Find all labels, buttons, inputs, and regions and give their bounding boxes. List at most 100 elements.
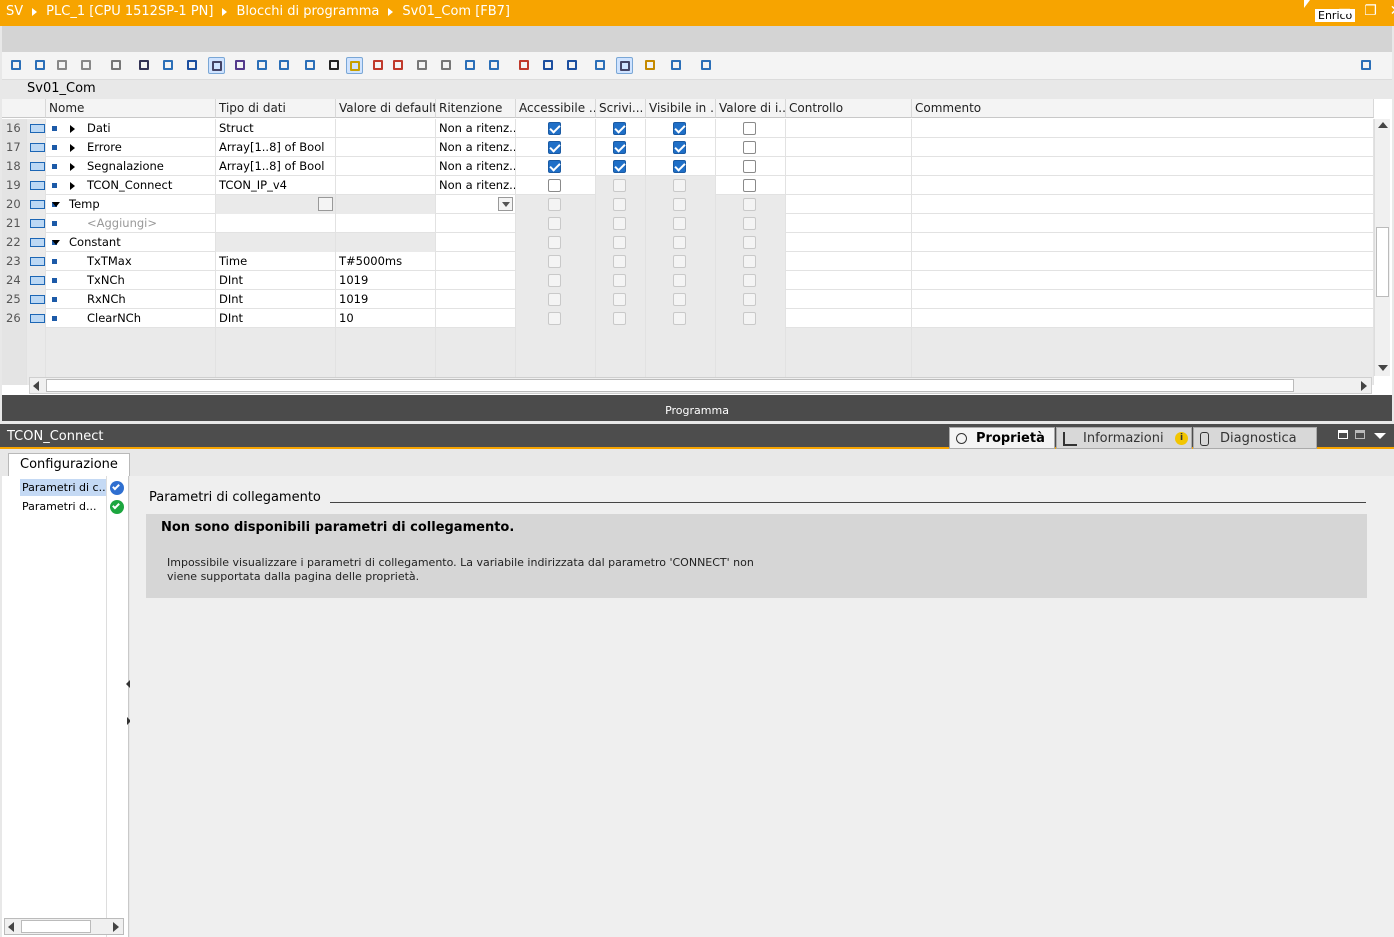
cell-col-2[interactable]: Struct [216, 119, 336, 138]
cell-col-4[interactable] [436, 252, 516, 271]
nav-horizontal-scrollbar[interactable] [4, 918, 124, 935]
cell-col-2[interactable] [216, 214, 336, 233]
cell-col-3[interactable] [336, 176, 436, 195]
cell-col-10[interactable] [912, 328, 1374, 347]
breadcrumb-project[interactable]: SV [6, 4, 23, 19]
cell-col-1[interactable]: Temp [46, 195, 216, 214]
cell-col-10[interactable] [912, 195, 1374, 214]
cell-col-9[interactable] [786, 290, 912, 309]
toolbar-button-6[interactable] [136, 57, 153, 74]
toolbar-button-16[interactable] [370, 57, 387, 74]
checkbox[interactable] [673, 293, 686, 306]
cell-col-5[interactable] [516, 328, 596, 347]
toolbar-button-15[interactable] [346, 57, 363, 74]
cell-col-9[interactable] [786, 328, 912, 347]
cell-col-6[interactable] [596, 328, 646, 347]
cell-col-9[interactable] [786, 252, 912, 271]
cell-col-9[interactable] [786, 347, 912, 366]
checkbox[interactable] [548, 160, 561, 173]
cell-col-2[interactable] [216, 347, 336, 366]
expand-arrow-icon[interactable] [70, 163, 75, 171]
cell-col-10[interactable] [912, 176, 1374, 195]
toolbar-button-29[interactable] [698, 57, 715, 74]
program-splitter[interactable]: Programma [2, 395, 1392, 421]
close-icon[interactable]: ✕ [1390, 3, 1394, 19]
cell-col-3[interactable] [336, 157, 436, 176]
toolbar-button-10[interactable] [232, 57, 249, 74]
toolbar-button-1[interactable] [8, 57, 25, 74]
checkbox[interactable] [613, 141, 626, 154]
checkbox[interactable] [613, 293, 626, 306]
toolbar-button-9[interactable] [208, 57, 225, 74]
toolbar-button-22[interactable] [516, 57, 533, 74]
cell-col-10[interactable] [912, 347, 1374, 366]
cell-col-1[interactable] [46, 328, 216, 347]
checkbox[interactable] [673, 141, 686, 154]
cell-col-1[interactable] [46, 347, 216, 366]
cell-col-4[interactable] [436, 271, 516, 290]
cell-col-3[interactable] [336, 119, 436, 138]
maximize-icon[interactable]: ❐ [1364, 3, 1377, 19]
cell-col-7[interactable] [646, 347, 716, 366]
column-header-2[interactable]: Tipo di dati [216, 99, 336, 118]
cell-col-2[interactable]: DInt [216, 309, 336, 328]
checkbox[interactable] [613, 179, 626, 192]
checkbox[interactable] [743, 122, 756, 135]
cell-col-4[interactable] [436, 290, 516, 309]
cell-col-9[interactable] [786, 271, 912, 290]
toolbar-button-27[interactable] [642, 57, 659, 74]
checkbox[interactable] [673, 236, 686, 249]
checkbox[interactable] [673, 274, 686, 287]
checkbox[interactable] [673, 198, 686, 211]
toolbar-button-26[interactable] [616, 57, 633, 74]
expand-arrow-icon[interactable] [70, 125, 75, 133]
cell-col-4[interactable]: Non a ritenz... [436, 138, 516, 157]
checkbox[interactable] [673, 160, 686, 173]
breadcrumb-block[interactable]: Sv01_Com [FB7] [402, 4, 510, 19]
horizontal-scrollbar[interactable] [29, 377, 1372, 394]
cell-col-1[interactable]: TxNCh [46, 271, 216, 290]
table-row[interactable] [2, 328, 1374, 347]
checkbox[interactable] [613, 274, 626, 287]
checkbox[interactable] [743, 255, 756, 268]
table-row[interactable]: 23 TxTMax Time T#5000ms [2, 252, 1374, 271]
expand-arrow-icon[interactable] [70, 182, 75, 190]
cell-col-10[interactable] [912, 214, 1374, 233]
horizontal-scroll-thumb[interactable] [46, 379, 1294, 392]
cell-col-9[interactable] [786, 214, 912, 233]
checkbox[interactable] [743, 274, 756, 287]
checkbox[interactable] [613, 312, 626, 325]
cell-col-4[interactable] [436, 195, 516, 214]
toolbar-button-18[interactable] [414, 57, 431, 74]
cell-col-4[interactable] [436, 233, 516, 252]
cell-col-10[interactable] [912, 233, 1374, 252]
checkbox[interactable] [548, 293, 561, 306]
toolbar-button-25[interactable] [592, 57, 609, 74]
column-header-3[interactable]: Valore di default [336, 99, 436, 118]
toolbar-button-2[interactable] [32, 57, 49, 74]
cell-col-8[interactable] [716, 328, 786, 347]
cell-col-1[interactable]: ClearNCh [46, 309, 216, 328]
toolbar-button-4[interactable] [78, 57, 95, 74]
checkbox[interactable] [548, 312, 561, 325]
column-header-6[interactable]: Scrivi... [596, 99, 646, 118]
cell-col-9[interactable] [786, 309, 912, 328]
toolbar-button-24[interactable] [564, 57, 581, 74]
checkbox[interactable] [548, 122, 561, 135]
scroll-down-icon[interactable] [1378, 365, 1388, 371]
toolbar-button-7[interactable] [160, 57, 177, 74]
scroll-up-icon[interactable] [1378, 122, 1388, 128]
column-header-5[interactable]: Accessibile ... [516, 99, 596, 118]
cell-col-2[interactable] [216, 233, 336, 252]
checkbox[interactable] [613, 236, 626, 249]
table-row[interactable] [2, 347, 1374, 366]
cell-col-4[interactable]: Non a ritenz... [436, 176, 516, 195]
nav-item-connection-params[interactable]: Parametri di c... [20, 479, 106, 496]
toolbar-button-13[interactable] [302, 57, 319, 74]
checkbox[interactable] [743, 217, 756, 230]
cell-col-9[interactable] [786, 138, 912, 157]
minimize-icon[interactable]: ▬ [1338, 3, 1351, 19]
table-row[interactable]: 21 <Aggiungi> [2, 214, 1374, 233]
tab-properties[interactable]: Proprietà [949, 427, 1055, 449]
tab-configuration[interactable]: Configurazione [8, 453, 130, 476]
